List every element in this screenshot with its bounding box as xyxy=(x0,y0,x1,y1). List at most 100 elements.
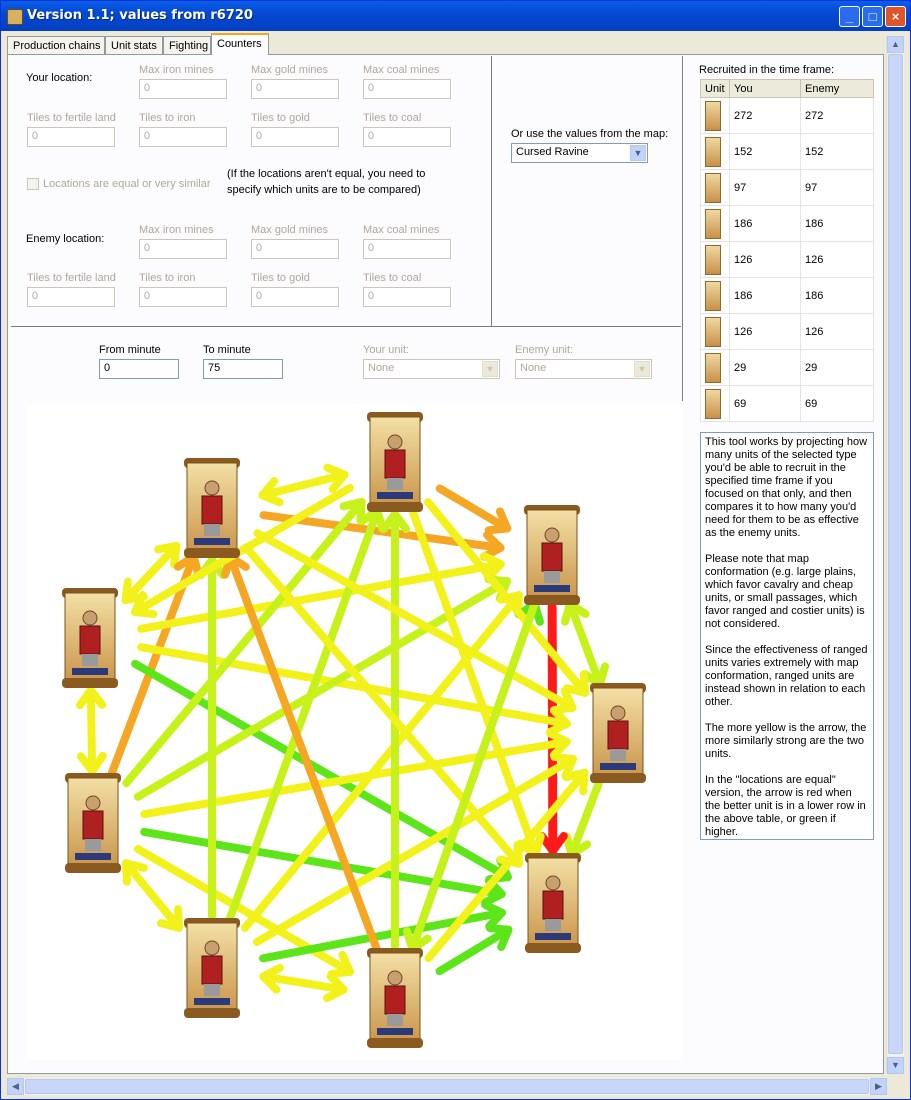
to-minute-input[interactable]: 75 xyxy=(203,359,283,379)
help-paragraph: This tool works by projecting how many u… xyxy=(705,436,868,539)
title-bar[interactable]: Version 1.1; values from r6720 _ □ × xyxy=(1,1,910,31)
your-max-gold-field[interactable]: 0 xyxy=(251,79,339,99)
close-button[interactable]: × xyxy=(885,6,906,27)
your-max-gold-label: Max gold mines xyxy=(251,64,329,76)
column-header-enemy[interactable]: Enemy xyxy=(800,79,874,98)
your-fertile-field[interactable]: 0 xyxy=(27,127,115,147)
table-row[interactable]: 126 126 xyxy=(700,313,874,350)
table-row[interactable]: 126 126 xyxy=(700,241,874,278)
you-count: 272 xyxy=(729,97,801,134)
your-max-coal-field[interactable]: 0 xyxy=(363,79,451,99)
your-gold-label: Tiles to gold xyxy=(251,112,310,124)
table-row[interactable]: 69 69 xyxy=(700,385,874,422)
unit-portrait-icon xyxy=(705,352,721,383)
unit-node-icon xyxy=(367,412,423,512)
recruited-table: Unit You Enemy 272 272 152 152 97 97 186 186… xyxy=(700,79,874,422)
scroll-left-button[interactable]: ◀ xyxy=(7,1078,24,1095)
scroll-right-button[interactable]: ▶ xyxy=(870,1078,887,1095)
you-count: 126 xyxy=(729,241,801,278)
vertical-scrollbar[interactable]: ▲ ▼ xyxy=(886,36,904,1074)
table-row[interactable]: 272 272 xyxy=(700,97,874,134)
minimize-button[interactable]: _ xyxy=(839,6,860,27)
you-count: 126 xyxy=(729,313,801,350)
location-separator xyxy=(491,56,492,326)
your-max-iron-field[interactable]: 0 xyxy=(139,79,227,99)
scroll-down-button[interactable]: ▼ xyxy=(887,1057,904,1074)
enemy-count: 97 xyxy=(800,169,874,206)
chevron-down-icon[interactable]: ▼ xyxy=(630,145,646,161)
tab-fighting[interactable]: Fighting xyxy=(163,36,211,54)
recruited-title: Recruited in the time frame: xyxy=(699,64,835,76)
table-header-row: Unit You Enemy xyxy=(700,79,874,98)
your-unit-value: None xyxy=(368,362,395,374)
your-iron-label: Tiles to iron xyxy=(139,112,196,124)
table-row[interactable]: 186 186 xyxy=(700,205,874,242)
help-paragraph: Please note that map conformation (e.g. … xyxy=(705,553,865,630)
column-header-unit[interactable]: Unit xyxy=(700,79,730,98)
vertical-scroll-thumb[interactable] xyxy=(888,54,903,1054)
enemy-gold-field[interactable]: 0 xyxy=(251,287,339,307)
locations-equal-checkbox[interactable] xyxy=(27,178,39,190)
enemy-count: 126 xyxy=(800,313,874,350)
unit-portrait-icon xyxy=(705,316,721,347)
you-count: 186 xyxy=(729,277,801,314)
your-coal-field[interactable]: 0 xyxy=(363,127,451,147)
arrow-layer xyxy=(76,463,610,1003)
enemy-iron-label: Tiles to iron xyxy=(139,272,196,284)
enemy-max-gold-label: Max gold mines xyxy=(251,224,329,236)
minimize-icon: _ xyxy=(845,9,854,24)
right-column-separator xyxy=(682,56,683,401)
horizontal-scroll-thumb[interactable] xyxy=(25,1079,869,1094)
close-icon: × xyxy=(891,9,900,24)
counter-arrow xyxy=(86,685,97,776)
enemy-fertile-field[interactable]: 0 xyxy=(27,287,115,307)
unit-portrait-icon xyxy=(705,172,721,203)
tab-counters[interactable]: Counters xyxy=(211,33,269,55)
chevron-down-icon[interactable]: ▼ xyxy=(482,361,498,377)
you-count: 97 xyxy=(729,169,801,206)
your-gold-field[interactable]: 0 xyxy=(251,127,339,147)
counters-graph xyxy=(62,412,646,1048)
counters-diagram xyxy=(27,403,683,1059)
help-text-box: This tool works by projecting how many u… xyxy=(700,432,874,840)
enemy-coal-label: Tiles to coal xyxy=(363,272,422,284)
horizontal-scrollbar[interactable]: ◀ ▶ xyxy=(7,1078,887,1095)
you-count: 69 xyxy=(729,385,801,422)
enemy-iron-field[interactable]: 0 xyxy=(139,287,227,307)
column-header-you[interactable]: You xyxy=(729,79,801,98)
unit-node-icon xyxy=(590,683,646,783)
your-max-iron-label: Max iron mines xyxy=(139,64,214,76)
enemy-max-coal-field[interactable]: 0 xyxy=(363,239,451,259)
unit-node-icon xyxy=(367,948,423,1048)
table-row[interactable]: 97 97 xyxy=(700,169,874,206)
your-iron-field[interactable]: 0 xyxy=(139,127,227,147)
enemy-location-label: Enemy location: xyxy=(26,233,105,245)
enemy-count: 186 xyxy=(800,205,874,242)
unit-node-icon xyxy=(65,773,121,873)
unit-portrait-icon xyxy=(705,244,721,275)
enemy-fertile-label: Tiles to fertile land xyxy=(27,272,116,284)
enemy-coal-field[interactable]: 0 xyxy=(363,287,451,307)
help-paragraph: In the "locations are equal" version, th… xyxy=(705,774,866,838)
your-unit-select[interactable]: None ▼ xyxy=(363,359,500,379)
from-minute-label: From minute xyxy=(99,344,161,356)
unit-portrait-icon xyxy=(705,388,721,419)
maximize-button[interactable]: □ xyxy=(862,6,883,27)
enemy-count: 126 xyxy=(800,241,874,278)
map-select[interactable]: Cursed Ravine ▼ xyxy=(511,143,648,163)
map-label: Or use the values from the map: xyxy=(511,128,669,140)
enemy-unit-value: None xyxy=(520,362,547,374)
enemy-max-iron-field[interactable]: 0 xyxy=(139,239,227,259)
table-row[interactable]: 152 152 xyxy=(700,133,874,170)
scroll-up-button[interactable]: ▲ xyxy=(887,36,904,53)
locations-equal-label: Locations are equal or very similar xyxy=(43,178,211,190)
tab-unit-stats[interactable]: Unit stats xyxy=(105,36,163,54)
chevron-down-icon[interactable]: ▼ xyxy=(634,361,650,377)
enemy-unit-select[interactable]: None ▼ xyxy=(515,359,652,379)
from-minute-input[interactable]: 0 xyxy=(99,359,179,379)
table-row[interactable]: 186 186 xyxy=(700,277,874,314)
map-select-value: Cursed Ravine xyxy=(516,146,589,158)
enemy-max-gold-field[interactable]: 0 xyxy=(251,239,339,259)
tab-production-chains[interactable]: Production chains xyxy=(7,36,105,54)
table-row[interactable]: 29 29 xyxy=(700,349,874,386)
